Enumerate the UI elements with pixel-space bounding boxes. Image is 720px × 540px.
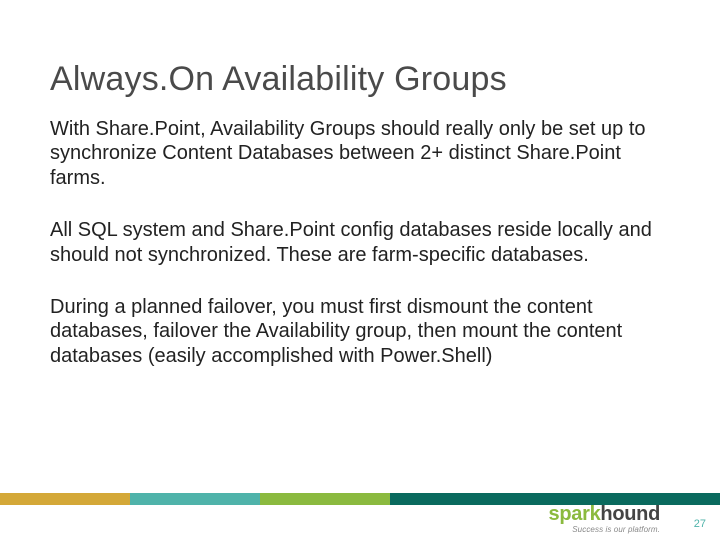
brand-logo: sparkhound Success is our platform. [549, 504, 660, 534]
slide-content: Always.On Availability Groups With Share… [0, 0, 720, 368]
body-paragraph: All SQL system and Share.Point config da… [50, 218, 665, 267]
stripe-gold [0, 493, 130, 505]
logo-tagline: Success is our platform. [549, 525, 660, 534]
body-paragraph: During a planned failover, you must firs… [50, 295, 665, 368]
logo-word-hound: hound [600, 503, 660, 525]
stripe-green [260, 493, 390, 505]
footer-band: sparkhound Success is our platform. 27 [0, 505, 720, 540]
body-paragraph: With Share.Point, Availability Groups sh… [50, 117, 665, 190]
logo-word-spark: spark [549, 503, 601, 525]
logo-wordmark: sparkhound [549, 504, 660, 524]
page-number: 27 [694, 518, 706, 530]
slide-title: Always.On Availability Groups [50, 60, 672, 99]
slide: Always.On Availability Groups With Share… [0, 0, 720, 540]
stripe-teal [130, 493, 260, 505]
